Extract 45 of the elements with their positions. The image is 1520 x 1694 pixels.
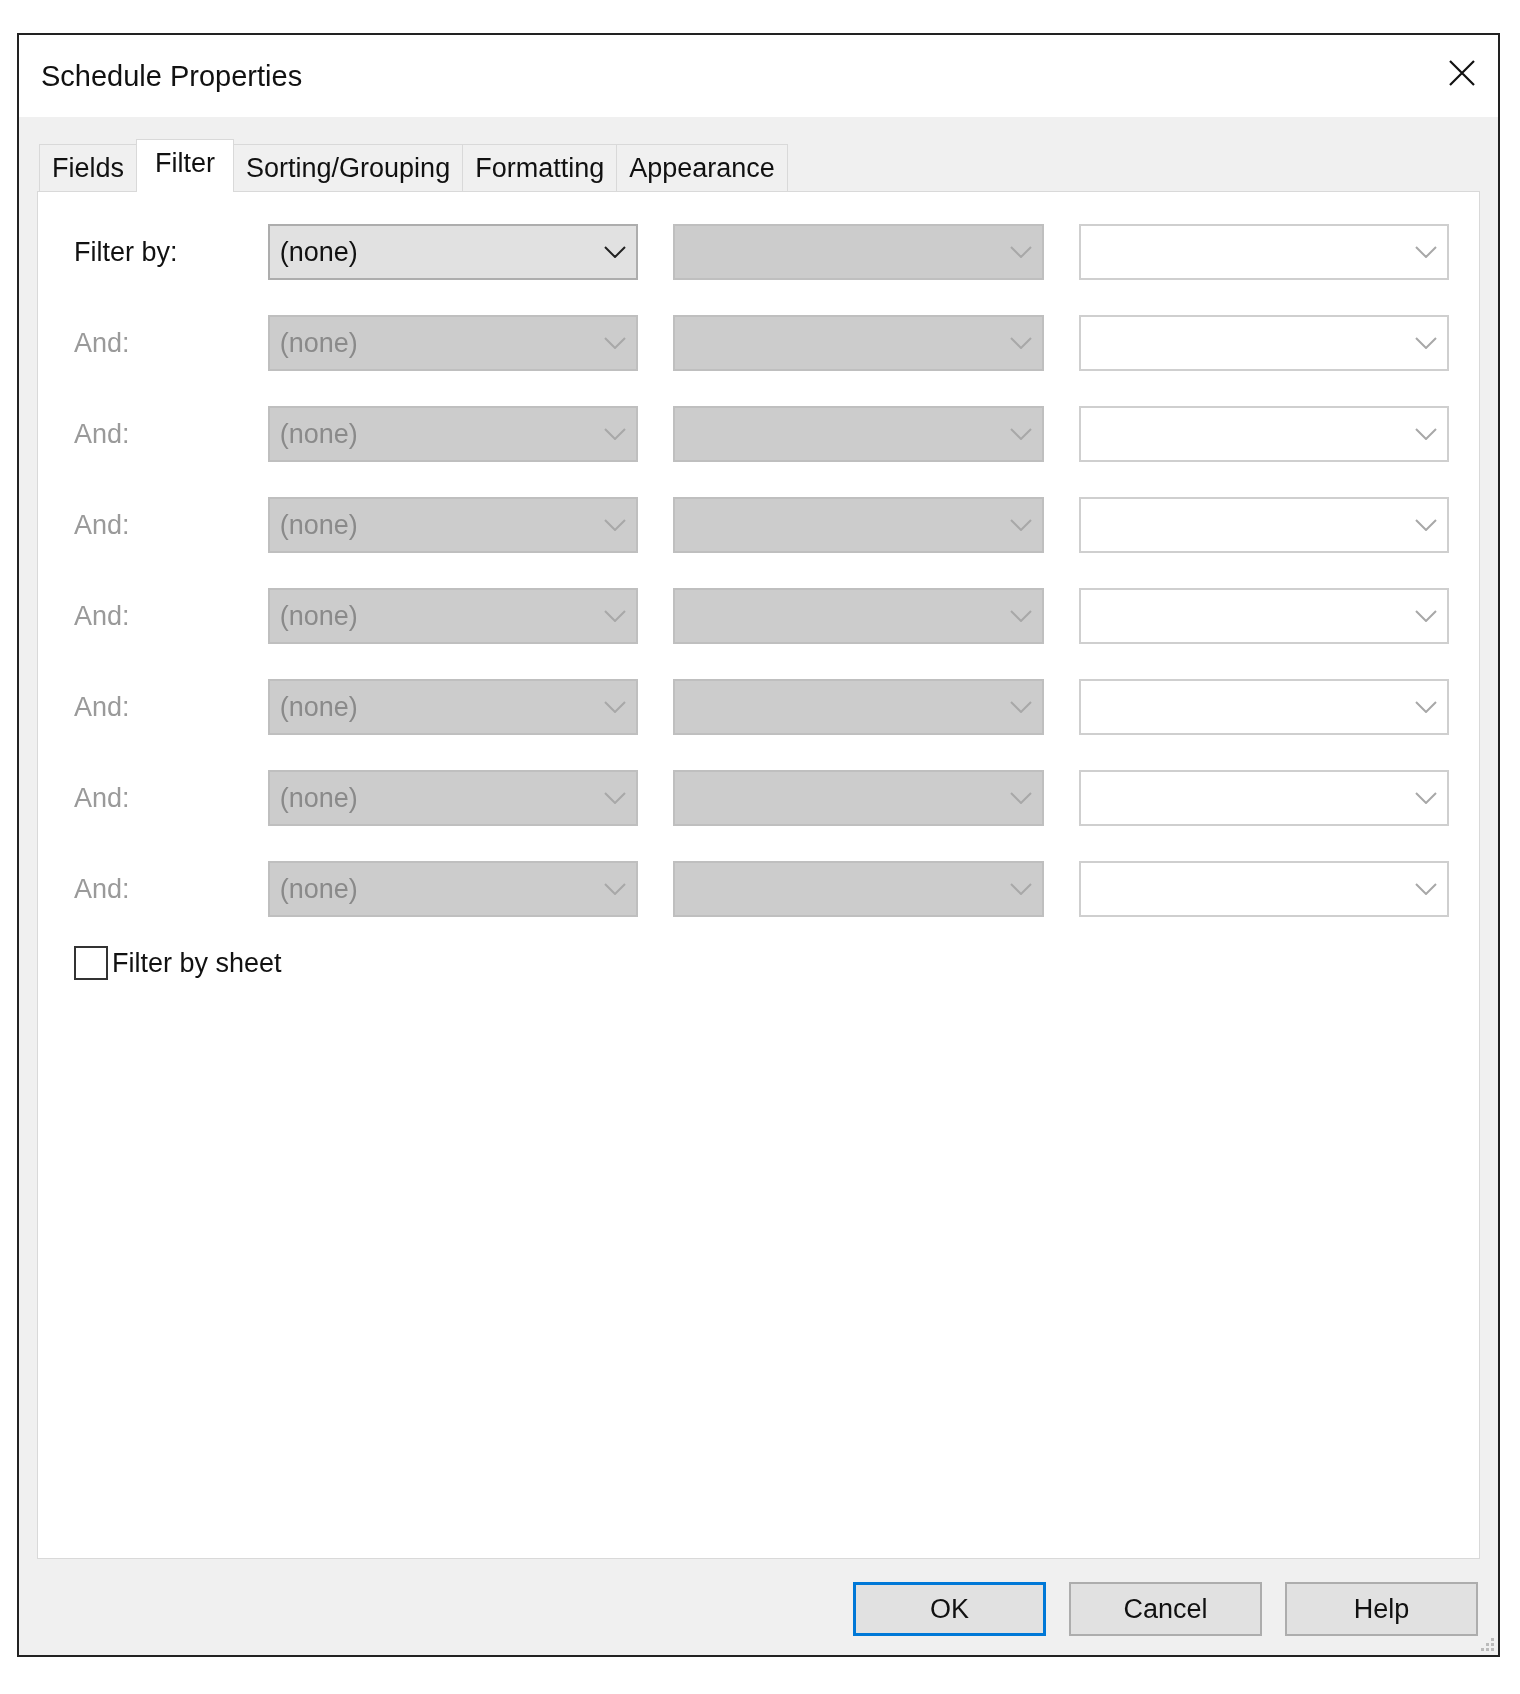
filter-label: And: [74,873,131,905]
chevron-icon [1415,701,1437,713]
chevron-icon [604,701,627,713]
chevron-icon [1415,428,1437,440]
close-icon[interactable] [1448,59,1476,87]
chevron-icon [604,610,627,622]
chevron-icon [1415,883,1437,895]
window-title: Schedule Properties [41,59,303,93]
chevron-icon [604,337,627,349]
chevron-icon [1009,701,1032,713]
filter-label: And: [74,418,131,450]
filter-label: And: [74,691,131,723]
chevron-icon [1009,883,1032,895]
filter-label: And: [74,509,131,541]
chevron-icon [1009,792,1032,804]
tab[interactable]: Fields [39,144,138,191]
chevron-icon [1415,610,1437,622]
chevron-icon [1415,246,1437,258]
dialog-button[interactable]: OK [853,1582,1046,1636]
chevron-icon [1415,792,1437,804]
chevron-icon [1415,337,1437,349]
tab[interactable]: Appearance [616,144,788,191]
chevron-icon [604,792,627,804]
resize-grip-icon[interactable] [1480,1637,1496,1653]
chevron-icon [604,246,627,258]
filter-label: And: [74,327,131,359]
chevron-icon [1009,246,1032,258]
value-dropdown[interactable] [1078,224,1449,280]
chevron-icon [1009,428,1032,440]
dialog-button[interactable]: Cancel [1069,1582,1262,1636]
field-dropdown[interactable]: (none) [267,224,639,280]
chevron-icon [604,519,627,531]
filter-label: And: [74,782,131,814]
filter-label: And: [74,600,131,632]
dialog-button[interactable]: Help [1285,1582,1478,1636]
filter-label: Filter by: [74,236,179,268]
chevron-icon [604,428,627,440]
chevron-icon [604,883,627,895]
chevron-icon [1009,337,1032,349]
checkbox[interactable] [74,946,108,980]
chevron-icon [1009,610,1032,622]
chevron-icon [1009,519,1032,531]
checkbox-label[interactable]: Filter by sheet [112,947,282,979]
chevron-icon [1415,519,1437,531]
tab[interactable]: Filter [136,139,235,192]
